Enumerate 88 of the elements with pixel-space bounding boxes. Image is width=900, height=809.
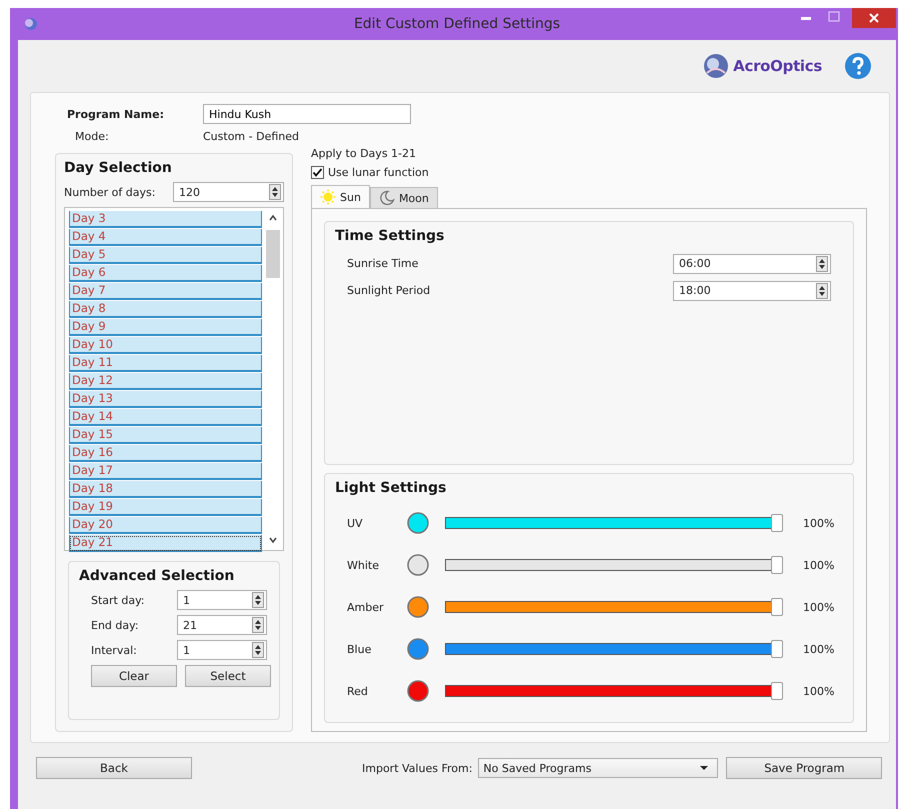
level-reading: 100% [803, 516, 834, 530]
slider-track[interactable] [445, 640, 783, 658]
channel-label: Red [346, 684, 369, 698]
spin-arrows-icon[interactable] [816, 282, 828, 298]
number-of-days-field[interactable]: 120 [172, 182, 284, 202]
app-icon [24, 17, 38, 31]
moon-icon [378, 190, 395, 206]
spin-arrows-icon[interactable] [252, 592, 264, 608]
checkbox-label: Use lunar function [328, 166, 429, 178]
day-item[interactable]: Day 20 [69, 517, 262, 534]
day-item[interactable]: Day 12 [69, 373, 262, 390]
field-label: End day: [90, 618, 140, 632]
spin-arrows-icon[interactable] [252, 617, 264, 633]
day-item[interactable]: Day 19 [69, 499, 262, 516]
slider-handle[interactable] [771, 556, 783, 574]
level-reading: 100% [803, 684, 834, 698]
number-field[interactable]: 1 [177, 590, 267, 610]
number-field[interactable]: 1 [177, 640, 267, 660]
number-field[interactable]: 21 [177, 615, 267, 635]
window-title: Edit Custom Defined Settings [354, 16, 560, 32]
field-label: Sunlight Period [347, 284, 432, 297]
slider-track[interactable] [445, 682, 783, 700]
spin-arrows-icon[interactable] [252, 642, 264, 658]
time-field[interactable]: 18:00 [673, 280, 831, 300]
day-item[interactable]: Day 3 [69, 211, 262, 228]
field-label: Sunrise Time [347, 257, 420, 270]
group-title: Light Settings [335, 480, 448, 496]
slider-handle[interactable] [771, 514, 783, 532]
group-title: Time Settings [335, 228, 446, 244]
slider-track[interactable] [445, 598, 783, 616]
day-item[interactable]: Day 14 [69, 409, 262, 426]
day-item[interactable]: Day 4 [69, 229, 262, 246]
group-title: Advanced Selection [79, 568, 236, 584]
day-item[interactable]: Day 13 [69, 391, 262, 408]
dropdown-arrow-icon[interactable] [699, 765, 710, 771]
help-icon[interactable] [844, 52, 872, 80]
day-item[interactable]: Day 17 [69, 463, 262, 480]
slider-handle[interactable] [771, 640, 783, 658]
field-label: Interval: [90, 644, 138, 656]
channel-label: Amber [346, 600, 385, 614]
back-button[interactable]: Back [36, 757, 192, 779]
lunar-checkbox[interactable] [311, 166, 324, 178]
day-item[interactable]: Day 6 [69, 265, 262, 282]
spin-arrows-icon[interactable] [269, 184, 281, 200]
day-item[interactable]: Day 5 [69, 247, 262, 264]
day-item[interactable]: Day 18 [69, 481, 262, 498]
day-item[interactable]: Day 15 [69, 427, 262, 444]
scroll-thumb[interactable] [266, 230, 280, 278]
level-reading: 100% [803, 642, 834, 656]
tab[interactable]: Moon [370, 187, 438, 208]
scroll-up-icon[interactable] [268, 214, 278, 222]
action-button[interactable]: Select [185, 665, 271, 687]
program-name-field[interactable]: Hindu Kush [203, 104, 411, 124]
action-button[interactable]: Clear [91, 665, 177, 687]
channel-label: UV [346, 516, 364, 530]
sun-icon [320, 189, 336, 205]
field-label: Start day: [90, 594, 146, 606]
level-reading: 100% [803, 600, 834, 614]
program-name-label: Program Name: [66, 108, 166, 120]
close-icon[interactable] [852, 8, 896, 28]
channel-label: Blue [346, 642, 372, 656]
slider-handle[interactable] [771, 598, 783, 616]
day-item[interactable]: Day 7 [69, 283, 262, 300]
spin-arrows-icon[interactable] [816, 256, 828, 272]
field-label: Number of days: [64, 186, 156, 198]
brand-name: AcroOptics [733, 57, 822, 75]
day-item[interactable]: Day 10 [69, 337, 262, 354]
apply-days-label: Apply to Days 1-21 [311, 147, 418, 162]
day-item[interactable]: Day 11 [69, 355, 262, 372]
mode-value: Custom - Defined [203, 130, 299, 142]
channel-label: White [346, 558, 380, 572]
slider-track[interactable] [445, 514, 783, 532]
tab[interactable]: Sun [311, 185, 370, 208]
import-dropdown[interactable]: No Saved Programs [478, 758, 718, 778]
logo-icon [703, 53, 730, 79]
level-reading: 100% [803, 558, 834, 572]
time-field[interactable]: 06:00 [673, 254, 831, 274]
group-title: Day Selection [64, 160, 173, 176]
day-item[interactable]: Day 9 [69, 319, 262, 336]
mode-label: Mode: [74, 130, 110, 142]
scroll-down-icon[interactable] [268, 536, 278, 544]
day-item[interactable]: Day 16 [69, 445, 262, 462]
save-program-button[interactable]: Save Program [726, 757, 882, 779]
day-item[interactable]: Day 21 [69, 535, 262, 552]
import-label: Import Values From: [362, 762, 472, 774]
day-item[interactable]: Day 8 [69, 301, 262, 318]
slider-track[interactable] [445, 556, 783, 574]
slider-handle[interactable] [771, 682, 783, 700]
